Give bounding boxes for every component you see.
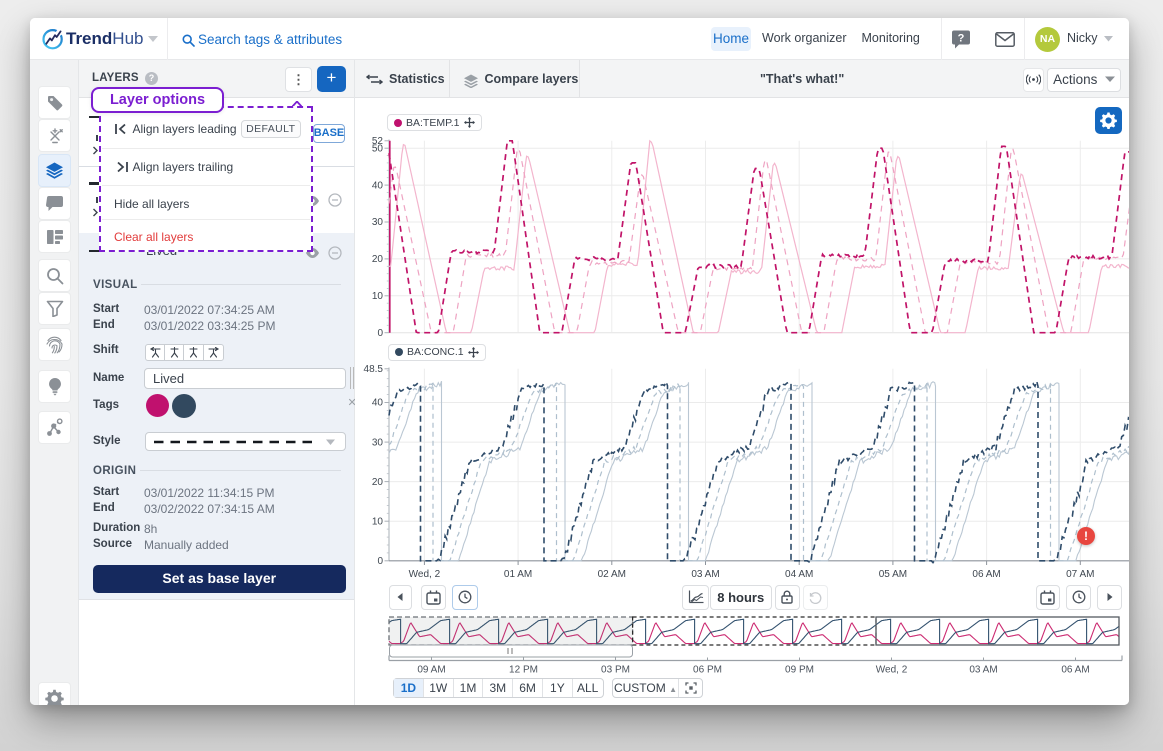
svg-text:20: 20	[372, 477, 384, 488]
svg-text:06 AM: 06 AM	[1061, 665, 1089, 676]
svg-text:20: 20	[372, 254, 384, 265]
svg-text:09 AM: 09 AM	[417, 665, 445, 676]
svg-text:40: 40	[372, 180, 384, 191]
svg-text:09 PM: 09 PM	[785, 665, 814, 676]
svg-text:06 AM: 06 AM	[972, 569, 1000, 580]
svg-text:30: 30	[372, 217, 384, 228]
svg-text:0: 0	[377, 556, 383, 567]
svg-text:02 AM: 02 AM	[598, 569, 626, 580]
svg-text:50: 50	[372, 143, 384, 154]
svg-text:03 AM: 03 AM	[969, 665, 997, 676]
svg-text:05 AM: 05 AM	[879, 569, 907, 580]
svg-text:Wed, 2: Wed, 2	[409, 569, 441, 580]
svg-text:10: 10	[372, 291, 384, 302]
svg-text:Wed, 2: Wed, 2	[876, 665, 908, 676]
svg-text:40: 40	[372, 398, 384, 409]
svg-text:04 AM: 04 AM	[785, 569, 813, 580]
svg-text:07 AM: 07 AM	[1066, 569, 1094, 580]
svg-text:0: 0	[377, 328, 383, 338]
svg-text:12 PM: 12 PM	[509, 665, 538, 676]
svg-text:30: 30	[372, 437, 384, 448]
svg-text:06 PM: 06 PM	[693, 665, 722, 676]
svg-text:10: 10	[372, 516, 384, 527]
svg-text:?: ?	[958, 33, 965, 45]
svg-text:03 PM: 03 PM	[601, 665, 630, 676]
svg-text:48.5: 48.5	[364, 364, 384, 375]
svg-text:03 AM: 03 AM	[691, 569, 719, 580]
svg-text:01 AM: 01 AM	[504, 569, 532, 580]
